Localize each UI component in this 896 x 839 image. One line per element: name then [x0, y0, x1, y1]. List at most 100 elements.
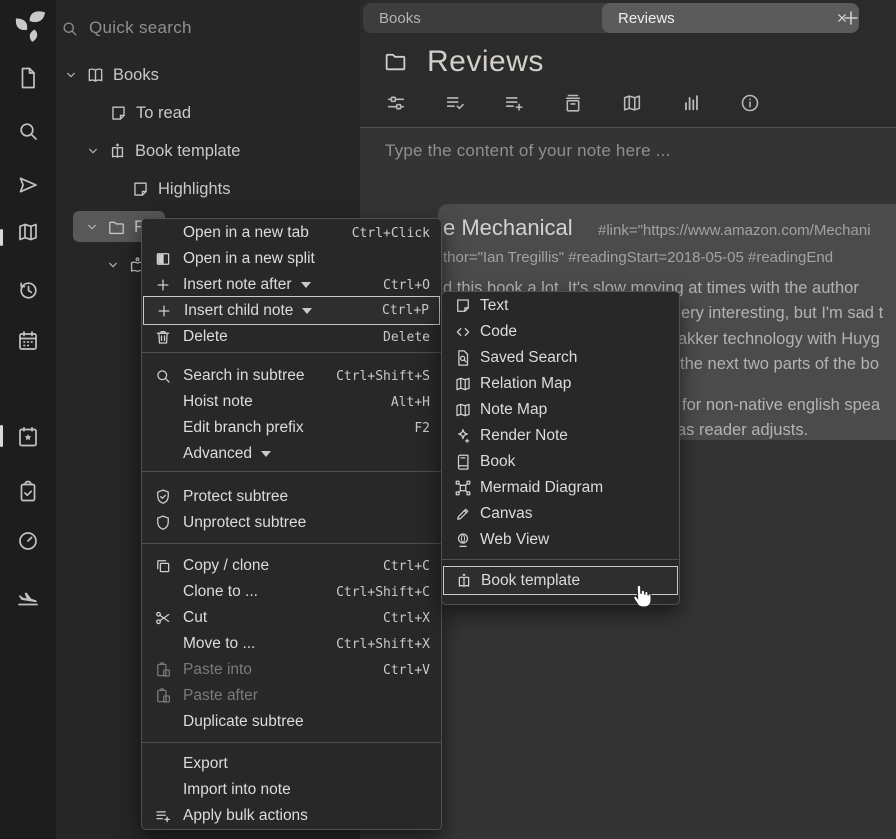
task-list-icon[interactable] [16, 480, 40, 504]
plus-icon [154, 276, 183, 294]
new-tab-icon[interactable] [840, 7, 862, 29]
tree-item-label: Book template [135, 142, 240, 161]
menu-item-label: Open in a new split [183, 250, 315, 268]
calendar-icon[interactable] [16, 329, 40, 353]
plane-landing-icon[interactable] [16, 584, 40, 608]
tab-reviews[interactable]: Reviews [602, 3, 859, 33]
menu-item-advanced[interactable]: Advanced [143, 441, 440, 467]
submenu-item-render-note[interactable]: Render Note [443, 423, 678, 449]
split-icon [154, 250, 183, 268]
menu-item-unprotect-subtree[interactable]: Unprotect subtree [143, 510, 440, 536]
tree-item-book-template[interactable]: Book template [85, 136, 353, 166]
menu-item-open-in-new-tab[interactable]: Open in a new tab Ctrl+Click [143, 220, 440, 246]
dropdown-caret-icon [261, 451, 271, 457]
quick-search-placeholder: Quick search [89, 18, 192, 38]
menu-item-insert-note-after[interactable]: Insert note after Ctrl+O [143, 272, 440, 298]
editor-placeholder[interactable]: Type the content of your note here ... [385, 141, 670, 161]
submenu-item-web-view[interactable]: Web View [443, 527, 678, 553]
menu-item-label: Edit branch prefix [183, 419, 304, 437]
menu-item-protect-subtree[interactable]: Protect subtree [143, 484, 440, 510]
left-edge-marker [0, 425, 3, 447]
menu-item-label: Apply bulk actions [183, 807, 308, 825]
submenu-item-saved-search[interactable]: Saved Search [443, 345, 678, 371]
menu-item-clone-to[interactable]: Clone to ... Ctrl+Shift+C [143, 579, 440, 605]
menu-item-shortcut: F2 [414, 421, 430, 436]
menu-item-search-in-subtree[interactable]: Search in subtree Ctrl+Shift+S [143, 363, 440, 389]
submenu-item-label: Code [480, 323, 517, 341]
tree-item-books[interactable]: Books [63, 60, 353, 90]
menu-item-label: Unprotect subtree [183, 514, 306, 532]
menu-item-insert-child-note[interactable]: Insert child note Ctrl+P [143, 296, 440, 325]
submenu-item-note-map[interactable]: Note Map [443, 397, 678, 423]
tree-item-to-read[interactable]: To read [109, 98, 353, 128]
menu-item-export[interactable]: Export [143, 751, 440, 777]
chevron-down-icon[interactable] [105, 257, 121, 273]
collection-properties-icon[interactable] [562, 92, 584, 114]
card-body-line: akker technology with Huyg [678, 330, 880, 349]
chevron-down-icon[interactable] [85, 143, 101, 159]
tab-title: Books [379, 10, 421, 27]
card-attributes: #link="https://www.amazon.com/Mechani [598, 222, 871, 239]
menu-item-label: Paste after [183, 687, 258, 705]
menu-item-label: Insert child note [184, 302, 293, 320]
note-info-icon[interactable] [739, 92, 761, 114]
menu-item-cut[interactable]: Cut Ctrl+X [143, 605, 440, 631]
menu-item-label: Open in a new tab [183, 224, 309, 242]
note-map-icon[interactable] [16, 220, 40, 244]
menu-item-shortcut: Ctrl+O [383, 278, 430, 293]
plus-icon [155, 302, 184, 320]
paste-icon [154, 661, 183, 679]
menu-item-shortcut: Ctrl+C [383, 559, 430, 574]
quick-search-input[interactable]: Quick search [60, 12, 350, 44]
menu-item-copy-clone[interactable]: Copy / clone Ctrl+C [143, 553, 440, 579]
submenu-item-book[interactable]: Book [443, 449, 678, 475]
special-date-icon[interactable] [16, 425, 40, 449]
list-plus-icon [154, 807, 183, 825]
search-icon[interactable] [16, 119, 40, 143]
submenu-item-text[interactable]: Text [443, 293, 678, 319]
book-icon [454, 453, 480, 471]
menu-item-label: Move to ... [183, 635, 255, 653]
menu-item-edit-branch-prefix[interactable]: Edit branch prefix F2 [143, 415, 440, 441]
menu-item-shortcut: Ctrl+V [383, 663, 430, 678]
inherited-attributes-icon[interactable] [503, 92, 525, 114]
jump-to-note-icon[interactable] [16, 173, 40, 197]
dashboard-icon[interactable] [16, 529, 40, 553]
pencil-icon [454, 505, 480, 523]
analytics-icon[interactable] [680, 92, 702, 114]
menu-item-move-to[interactable]: Move to ... Ctrl+Shift+X [143, 631, 440, 657]
chevron-down-icon[interactable] [84, 219, 100, 235]
submenu-item-label: Saved Search [480, 349, 577, 367]
dropdown-caret-icon [302, 308, 312, 314]
menu-item-duplicate-subtree[interactable]: Duplicate subtree [143, 709, 440, 735]
new-note-icon[interactable] [16, 66, 40, 90]
menu-item-delete[interactable]: Delete Delete [143, 324, 440, 350]
tab-books[interactable]: Books [363, 3, 623, 33]
paste-icon [154, 687, 183, 705]
sparkle-icon [454, 427, 480, 445]
menu-item-label: Export [183, 755, 228, 773]
card-body-line: ery interesting, but I'm sad t [681, 304, 883, 323]
menu-item-open-in-new-split[interactable]: Open in a new split [143, 246, 440, 272]
submenu-item-relation-map[interactable]: Relation Map [443, 371, 678, 397]
menu-item-label: Delete [183, 328, 228, 346]
submenu-item-label: Canvas [480, 505, 533, 523]
owned-attributes-icon[interactable] [444, 92, 466, 114]
tree-item-highlights[interactable]: Highlights [131, 174, 353, 204]
recent-changes-icon[interactable] [16, 278, 40, 302]
submenu-item-mermaid-diagram[interactable]: Mermaid Diagram [443, 475, 678, 501]
menu-item-hoist-note[interactable]: Hoist note Alt+H [143, 389, 440, 415]
card-note-title[interactable]: e Mechanical [443, 215, 573, 241]
note-map-icon[interactable] [621, 92, 643, 114]
menu-item-import-into-note[interactable]: Import into note [143, 777, 440, 803]
menu-item-apply-bulk-actions[interactable]: Apply bulk actions [143, 803, 440, 829]
chevron-down-icon[interactable] [63, 67, 79, 83]
shield-icon [154, 514, 183, 532]
tree-item-label: Books [113, 66, 159, 85]
submenu-item-label: Render Note [480, 427, 568, 445]
menu-item-paste-after: Paste after [143, 683, 440, 709]
submenu-item-canvas[interactable]: Canvas [443, 501, 678, 527]
submenu-item-code[interactable]: Code [443, 319, 678, 345]
menu-item-label: Copy / clone [183, 557, 269, 575]
basic-properties-icon[interactable] [385, 92, 407, 114]
